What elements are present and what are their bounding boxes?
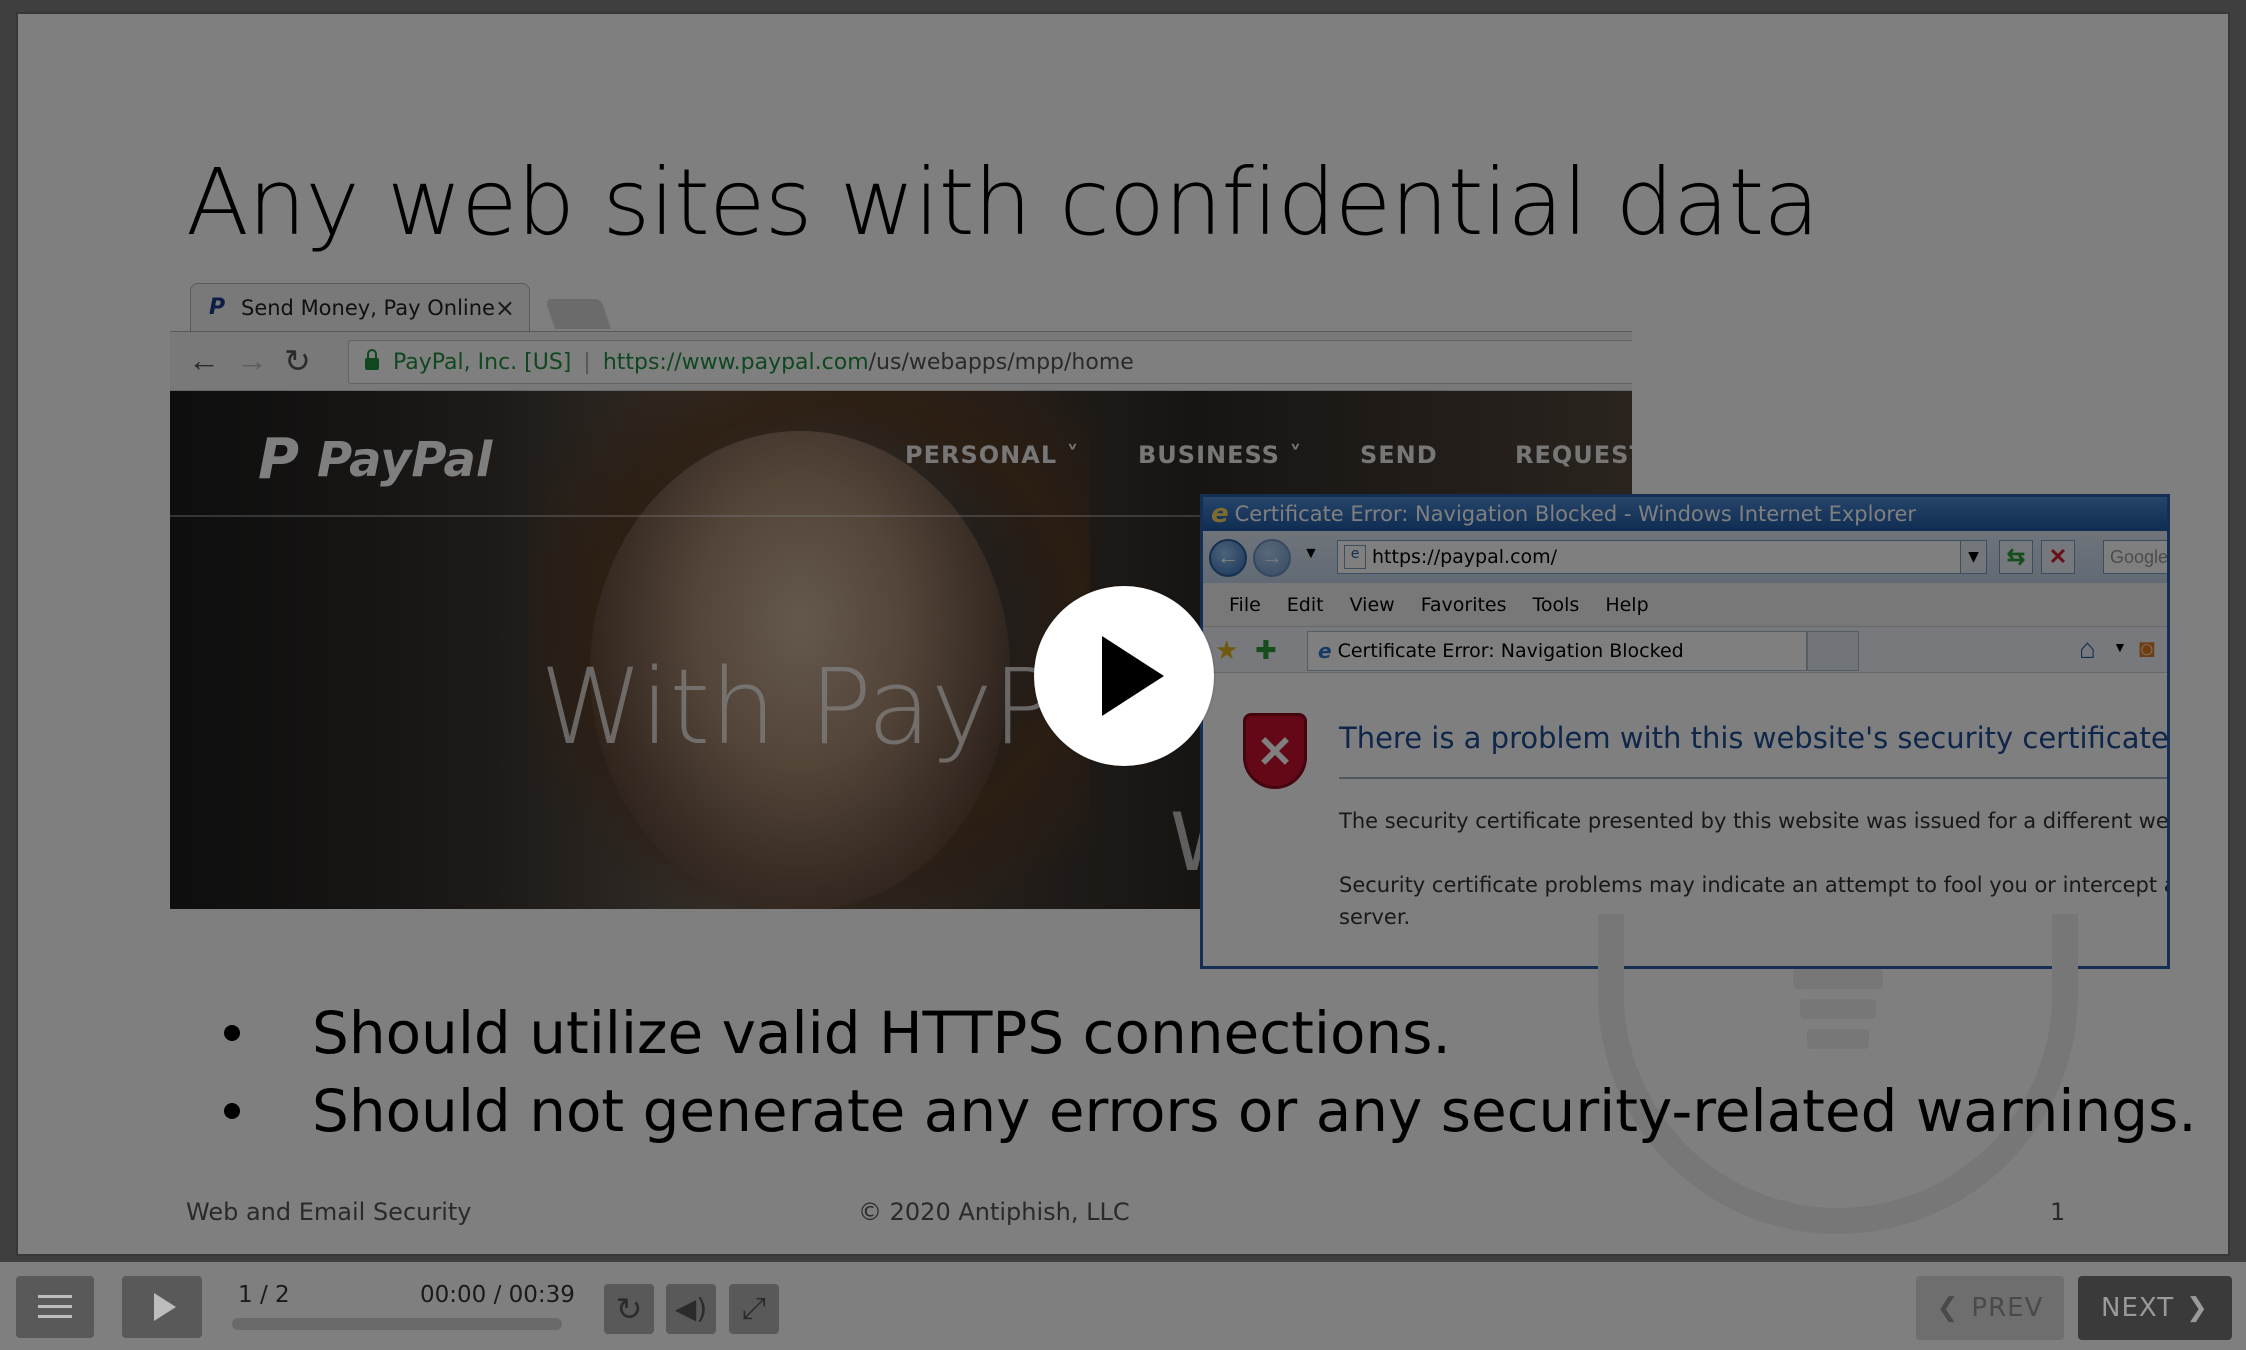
forward-arrow-icon: → xyxy=(236,342,268,378)
chrome-tab-title: Send Money, Pay Online xyxy=(241,295,495,320)
url-path: /us/webapps/mpp/home xyxy=(868,349,1134,375)
ie-error-paragraph-1: The security certificate presented by th… xyxy=(1339,809,2170,833)
bullet-list: Should utilize valid HTTPS connections. … xyxy=(218,994,2197,1150)
paypal-hero-text: With PayPa xyxy=(540,646,1115,768)
next-label: NEXT xyxy=(2101,1293,2175,1323)
chrome-tab: P Send Money, Pay Online × xyxy=(190,283,530,331)
ie-stop-icon: ✕ xyxy=(2041,540,2075,574)
ie-forward-icon: → xyxy=(1253,539,1291,577)
ie-address-dropdown-icon: ▼ xyxy=(1960,541,1986,573)
ie-divider xyxy=(1339,777,2167,779)
ie-tabs-row: ★ ✚ e Certificate Error: Navigation Bloc… xyxy=(1203,627,2167,673)
bullet-item: Should utilize valid HTTPS connections. xyxy=(218,994,2197,1072)
reload-icon: ↻ xyxy=(284,343,311,379)
ie-certificate-error-screenshot: e Certificate Error: Navigation Blocked … xyxy=(1200,494,2170,969)
chevron-left-icon: ❮ xyxy=(1936,1293,1960,1323)
ie-search-box: Google xyxy=(2103,540,2167,574)
ie-menu-tools: Tools xyxy=(1532,593,1580,616)
error-shield-icon: ✕ xyxy=(1243,713,1307,789)
fullscreen-icon: ⤢ xyxy=(742,1291,766,1326)
paypal-mark-icon: P xyxy=(258,427,300,492)
ie-error-heading: There is a problem with this website's s… xyxy=(1339,721,2170,755)
feeds-icon: ◙ xyxy=(2139,633,2155,663)
ie-menu-file: File xyxy=(1229,593,1261,616)
bullet-item: Should not generate any errors or any se… xyxy=(218,1072,2197,1150)
ie-tab: e Certificate Error: Navigation Blocked xyxy=(1307,631,1807,671)
bullet-text: Should utilize valid HTTPS connections. xyxy=(312,999,1451,1067)
timecode: 00:00 / 00:39 xyxy=(420,1282,575,1308)
ie-error-paragraph-2: Security certificate problems may indica… xyxy=(1339,873,2170,897)
paypal-menu-request: REQUEST xyxy=(1515,441,1632,469)
paypal-menu-personal: PERSONAL ˅ xyxy=(905,441,1080,469)
menu-button[interactable] xyxy=(16,1276,94,1338)
paypal-menu-send: SEND xyxy=(1360,441,1438,469)
home-icon: ⌂ xyxy=(2079,633,2096,664)
home-dropdown-icon: ▼ xyxy=(2113,639,2127,655)
ie-logo-icon: e xyxy=(1211,499,1229,529)
bullet-text: Should not generate any errors or any se… xyxy=(312,1077,2197,1145)
ie-tab-title: Certificate Error: Navigation Blocked xyxy=(1337,640,1684,662)
menu-icon xyxy=(38,1295,72,1319)
video-play-button[interactable] xyxy=(1034,586,1214,766)
slide-title: Any web sites with confidential data xyxy=(186,149,1820,256)
ie-menubar: File Edit View Favorites Tools Help xyxy=(1203,583,2167,627)
favorites-star-icon: ★ xyxy=(1215,635,1239,665)
ie-address-row: ← → ▼ e https://paypal.com/ ▼ ⇆ ✕ Google xyxy=(1203,531,2167,583)
add-favorites-icon: ✚ xyxy=(1255,635,1277,665)
fullscreen-button[interactable]: ⤢ xyxy=(729,1284,779,1334)
replay-button[interactable]: ↻ xyxy=(604,1284,654,1334)
ie-new-tab xyxy=(1807,631,1859,671)
url-separator: | xyxy=(583,349,591,375)
lock-icon xyxy=(365,349,379,370)
play-button[interactable] xyxy=(122,1276,202,1338)
ie-menu-view: View xyxy=(1349,593,1395,616)
prev-label: PREV xyxy=(1971,1293,2044,1323)
paypal-logo-text: PayPal xyxy=(317,431,493,488)
ie-menu-help: Help xyxy=(1605,593,1649,616)
ie-history-dropdown-icon: ▼ xyxy=(1303,545,1319,562)
ie-address-text: https://paypal.com/ xyxy=(1372,546,1558,568)
footer-course-name: Web and Email Security xyxy=(186,1198,472,1226)
footer-copyright: © 2020 Antiphish, LLC xyxy=(858,1198,1130,1226)
back-arrow-icon: ← xyxy=(188,342,220,378)
url-host: https://www.paypal.com xyxy=(602,349,869,375)
secure-org-label: PayPal, Inc. [US] xyxy=(393,349,572,375)
footer-page-number: 1 xyxy=(2050,1198,2066,1226)
ie-menu-favorites: Favorites xyxy=(1420,593,1507,616)
ie-back-icon: ← xyxy=(1209,539,1247,577)
ie-error-paragraph-2-line-2: server. xyxy=(1339,905,1411,929)
seek-bar[interactable] xyxy=(232,1318,562,1330)
prev-button[interactable]: ❮ PREV xyxy=(1916,1276,2064,1340)
chevron-right-icon: ❯ xyxy=(2186,1293,2209,1323)
ie-tab-icon: e xyxy=(1318,639,1332,663)
volume-icon: ◀) xyxy=(674,1292,708,1325)
ie-window-title: Certificate Error: Navigation Blocked - … xyxy=(1234,502,1917,526)
ie-page-icon: e xyxy=(1344,545,1366,569)
replay-icon: ↻ xyxy=(615,1290,643,1328)
close-icon: × xyxy=(494,294,515,322)
player-controls xyxy=(0,1262,2246,1350)
ie-refresh-icon: ⇆ xyxy=(1999,540,2033,574)
ie-address-bar: e https://paypal.com/ ▼ xyxy=(1337,540,1987,574)
next-button[interactable]: NEXT ❯ xyxy=(2078,1276,2232,1340)
ie-menu-edit: Edit xyxy=(1286,593,1324,616)
slide-counter: 1 / 2 xyxy=(238,1282,290,1308)
chrome-address-bar: PayPal, Inc. [US] | https://www.paypal.c… xyxy=(348,340,1632,384)
ie-titlebar: e Certificate Error: Navigation Blocked … xyxy=(1203,497,2167,531)
chrome-tab-strip: P Send Money, Pay Online × xyxy=(170,269,1632,331)
bullet-dot-icon xyxy=(224,1025,240,1041)
volume-button[interactable]: ◀) xyxy=(666,1284,716,1334)
paypal-favicon-icon: P xyxy=(209,294,226,320)
new-tab-icon xyxy=(545,299,611,329)
bullet-dot-icon xyxy=(224,1103,240,1119)
watermark-bar xyxy=(1793,969,1883,989)
play-icon xyxy=(154,1293,176,1321)
paypal-logo: P PayPal xyxy=(258,427,492,492)
paypal-menu-business: BUSINESS ˅ xyxy=(1138,441,1303,469)
chrome-toolbar: ← → ↻ PayPal, Inc. [US] | https://www.pa… xyxy=(170,331,1632,391)
